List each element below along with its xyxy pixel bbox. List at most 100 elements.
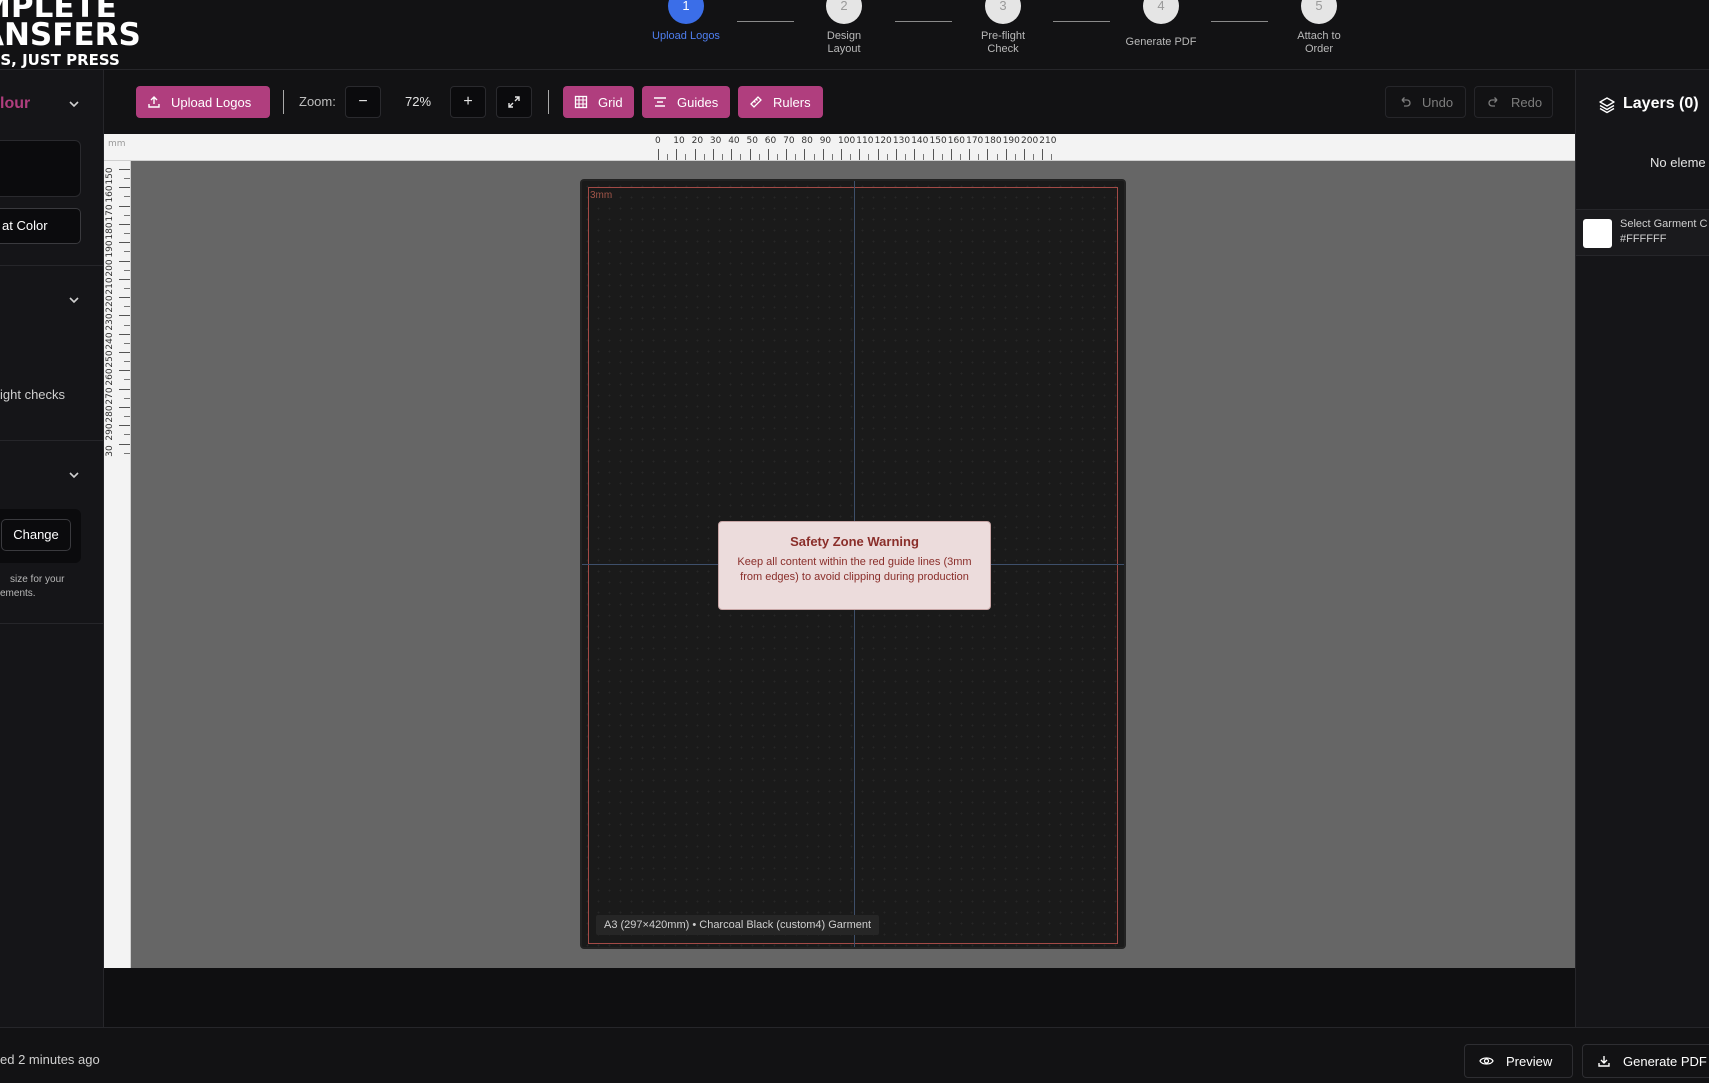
step-connector — [1211, 21, 1268, 22]
step-preflight-check[interactable]: 3 Pre-flight Check — [953, 0, 1053, 56]
ruler-tick-minor — [124, 178, 130, 180]
ruler-tick-minor — [795, 154, 797, 160]
ruler-tick-minor — [722, 154, 724, 160]
ruler-tick — [119, 242, 130, 244]
ruler-tick — [119, 425, 130, 427]
sheet-info-label: A3 (297×420mm) • Charcoal Black (custom4… — [596, 915, 880, 935]
redo-label: Redo — [1511, 94, 1543, 110]
ruler-tick — [895, 149, 897, 160]
undo-button[interactable]: Undo — [1385, 86, 1466, 118]
ruler-tick — [119, 443, 130, 445]
ruler-tick-label: 210 — [1039, 136, 1057, 146]
eye-icon — [1479, 1055, 1494, 1067]
step-upload-logos[interactable]: 1 Upload Logos — [636, 0, 736, 43]
print-sheet[interactable]: 3mm Safety Zone Warning Keep all content… — [580, 179, 1126, 949]
ruler-tick — [731, 149, 733, 160]
ruler-tick-minor — [667, 154, 669, 160]
undo-icon — [1398, 95, 1412, 109]
zoom-value: 72% — [404, 94, 432, 109]
ruler-tick — [119, 205, 130, 207]
rulers-toggle-button[interactable]: Rulers — [738, 86, 823, 118]
ruler-tick — [969, 149, 971, 160]
upload-logos-label: Upload Logos — [171, 94, 252, 110]
zoom-out-button[interactable]: − — [345, 86, 381, 118]
step-number: 4 — [1143, 0, 1179, 24]
ruler-tick-label: 50 — [746, 136, 758, 146]
size-help-line: size for your — [10, 574, 65, 585]
ruler-tick — [119, 406, 130, 408]
ruler-tick — [1042, 149, 1044, 160]
ruler-tick — [987, 149, 989, 160]
ruler-tick-label: 70 — [783, 136, 795, 146]
ruler-tick-label: 140 — [911, 136, 929, 146]
preflight-text: ight checks — [0, 387, 66, 402]
layers-panel: Layers (0) No eleme Select Garment C #FF… — [1575, 70, 1709, 1027]
guides-toggle-button[interactable]: Guides — [642, 86, 730, 118]
rulers-label: Rulers — [773, 94, 811, 110]
ruler-tick-minor — [959, 154, 961, 160]
ruler-tick — [859, 149, 861, 160]
ruler-tick-label: 60 — [764, 136, 777, 146]
ruler-tick — [914, 149, 916, 160]
chevron-down-icon[interactable] — [68, 469, 80, 481]
ruler-tick-label: 260 — [105, 368, 115, 386]
upload-logos-button[interactable]: Upload Logos — [136, 86, 270, 118]
ruler-tick-label: 190 — [1002, 136, 1020, 146]
ruler-tick-minor — [758, 154, 760, 160]
ruler-tick-label: 170 — [105, 204, 115, 222]
chevron-down-icon[interactable] — [68, 98, 80, 110]
ruler-tick-minor — [941, 154, 943, 160]
undo-label: Undo — [1422, 94, 1454, 110]
preview-button[interactable]: Preview — [1464, 1044, 1573, 1078]
ruler-tick-label: 280 — [105, 405, 115, 423]
zoom-in-button[interactable]: + — [450, 86, 486, 118]
ruler-tick — [1024, 149, 1025, 160]
ruler-tick-label: 170 — [966, 136, 984, 146]
chevron-down-icon[interactable] — [68, 294, 80, 306]
grid-toggle-button[interactable]: Grid — [563, 86, 634, 118]
step-label: Design Layout — [826, 30, 862, 55]
redo-button[interactable]: Redo — [1474, 86, 1553, 118]
ruler-tick — [841, 149, 842, 160]
step-attach-to-order[interactable]: 5 Attach to Order — [1269, 0, 1369, 56]
expand-icon — [507, 95, 521, 109]
ruler-tick-label: 230 — [105, 313, 115, 331]
ruler-tick — [1005, 149, 1007, 160]
section-title: lour — [0, 95, 31, 112]
ruler-tick-minor — [978, 154, 980, 160]
ruler-tick-label: 290 — [105, 423, 115, 441]
color-button[interactable]: at Color — [0, 208, 81, 244]
step-generate-pdf[interactable]: 4 Generate PDF — [1111, 0, 1211, 49]
step-label: Upload Logos — [652, 30, 720, 42]
ruler-tick-minor — [996, 154, 998, 160]
ruler-tick — [694, 149, 696, 160]
divider — [0, 623, 104, 624]
step-connector — [1053, 21, 1110, 22]
zoom-label: Zoom: — [299, 94, 336, 109]
design-canvas-area: mm 0 10 20 30 40 50 60 70 80 90 100 110 120 130 140 150… — [104, 134, 1575, 968]
save-status: ed 2 minutes ago — [0, 1052, 100, 1067]
ruler-tick-minor — [850, 154, 852, 160]
ruler-tick-minor — [124, 196, 130, 198]
garment-color-swatch[interactable] — [1583, 219, 1612, 248]
change-button[interactable]: Change — [1, 519, 71, 551]
garment-color-selector[interactable]: Select Garment C #FFFFFF — [1576, 209, 1709, 256]
ruler-icon — [749, 95, 763, 109]
step-design-layout[interactable]: 2 Design Layout — [794, 0, 894, 56]
ruler-tick — [119, 223, 130, 225]
divider — [0, 265, 104, 266]
ruler-tick — [119, 297, 130, 299]
layers-title: Layers (0) — [1623, 95, 1699, 112]
fit-to-screen-button[interactable] — [496, 86, 532, 118]
warning-text: Keep all content within the red guide li… — [737, 556, 972, 583]
ruler-tick — [119, 169, 130, 170]
toolbar-separator — [283, 90, 284, 114]
ruler-tick-label: 250 — [105, 350, 115, 368]
color-swatch-box[interactable] — [0, 140, 81, 197]
app-header: MPLETE ANSFERS ESS, JUST PRESS 1 Upload … — [0, 0, 1709, 70]
step-number: 5 — [1301, 0, 1337, 24]
ruler-tick-minor — [1033, 154, 1035, 160]
ruler-tick-label: 10 — [673, 136, 685, 146]
generate-pdf-button[interactable]: Generate PDF — [1582, 1044, 1709, 1078]
ruler-tick-minor — [868, 154, 870, 160]
